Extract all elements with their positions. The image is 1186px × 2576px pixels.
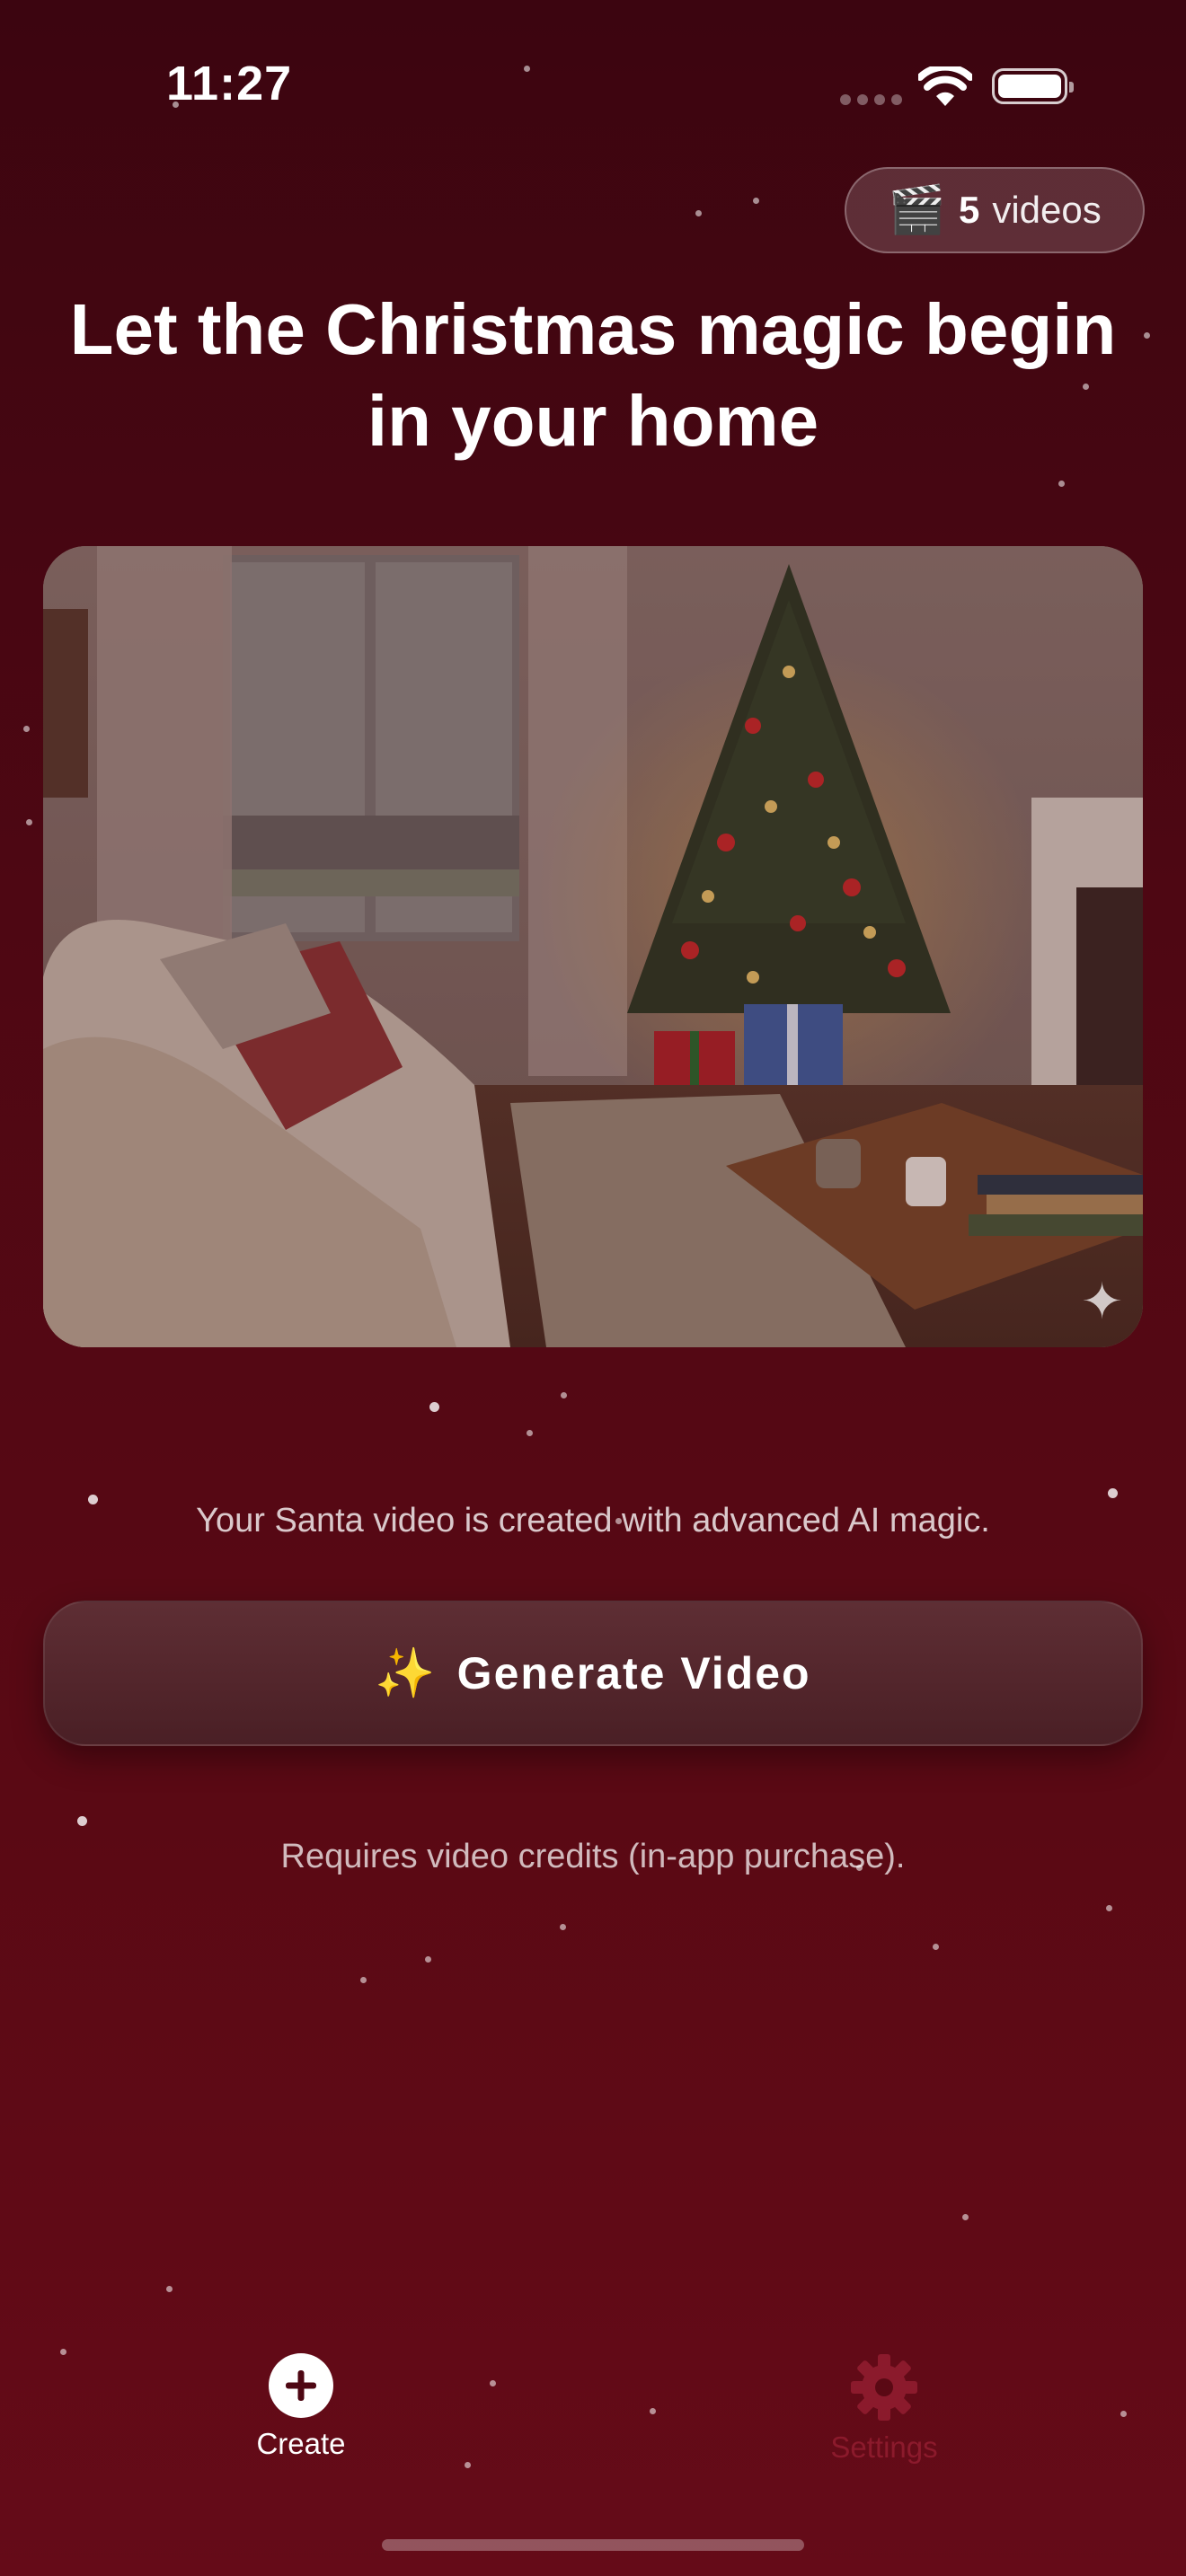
credits-unit: videos (992, 189, 1102, 231)
generate-video-button[interactable]: ✨ Generate Video (43, 1601, 1143, 1746)
purchase-note: Requires video credits (in-app purchase)… (280, 1838, 906, 1875)
home-indicator[interactable] (382, 2539, 804, 2551)
video-credits-badge[interactable]: 🎬 5 videos (845, 167, 1145, 253)
page-title: Let the Christmas magic begin in your ho… (69, 289, 1117, 461)
status-time: 11:27 (166, 57, 293, 110)
tab-settings-label: Settings (830, 2430, 938, 2464)
cellular-signal-icon (840, 94, 902, 105)
clapperboard-icon: 🎬 (888, 184, 946, 236)
sparkle-icon: ✦ (1081, 1273, 1123, 1329)
gear-icon (851, 2354, 917, 2421)
tab-settings[interactable]: Settings (776, 2353, 992, 2465)
tab-create[interactable]: Create (193, 2353, 409, 2461)
credits-count: 5 (958, 189, 980, 231)
ai-magic-caption: Your Santa video is created with advance… (196, 1502, 990, 1539)
tab-create-label: Create (256, 2427, 346, 2460)
battery-icon (992, 68, 1074, 104)
generate-video-label: Generate Video (456, 1648, 811, 1698)
sparkles-icon: ✨ (375, 1645, 438, 1700)
living-room-preview-image: ✦ (43, 546, 1143, 1347)
wifi-icon (918, 66, 972, 106)
plus-circle-icon (269, 2353, 333, 2418)
